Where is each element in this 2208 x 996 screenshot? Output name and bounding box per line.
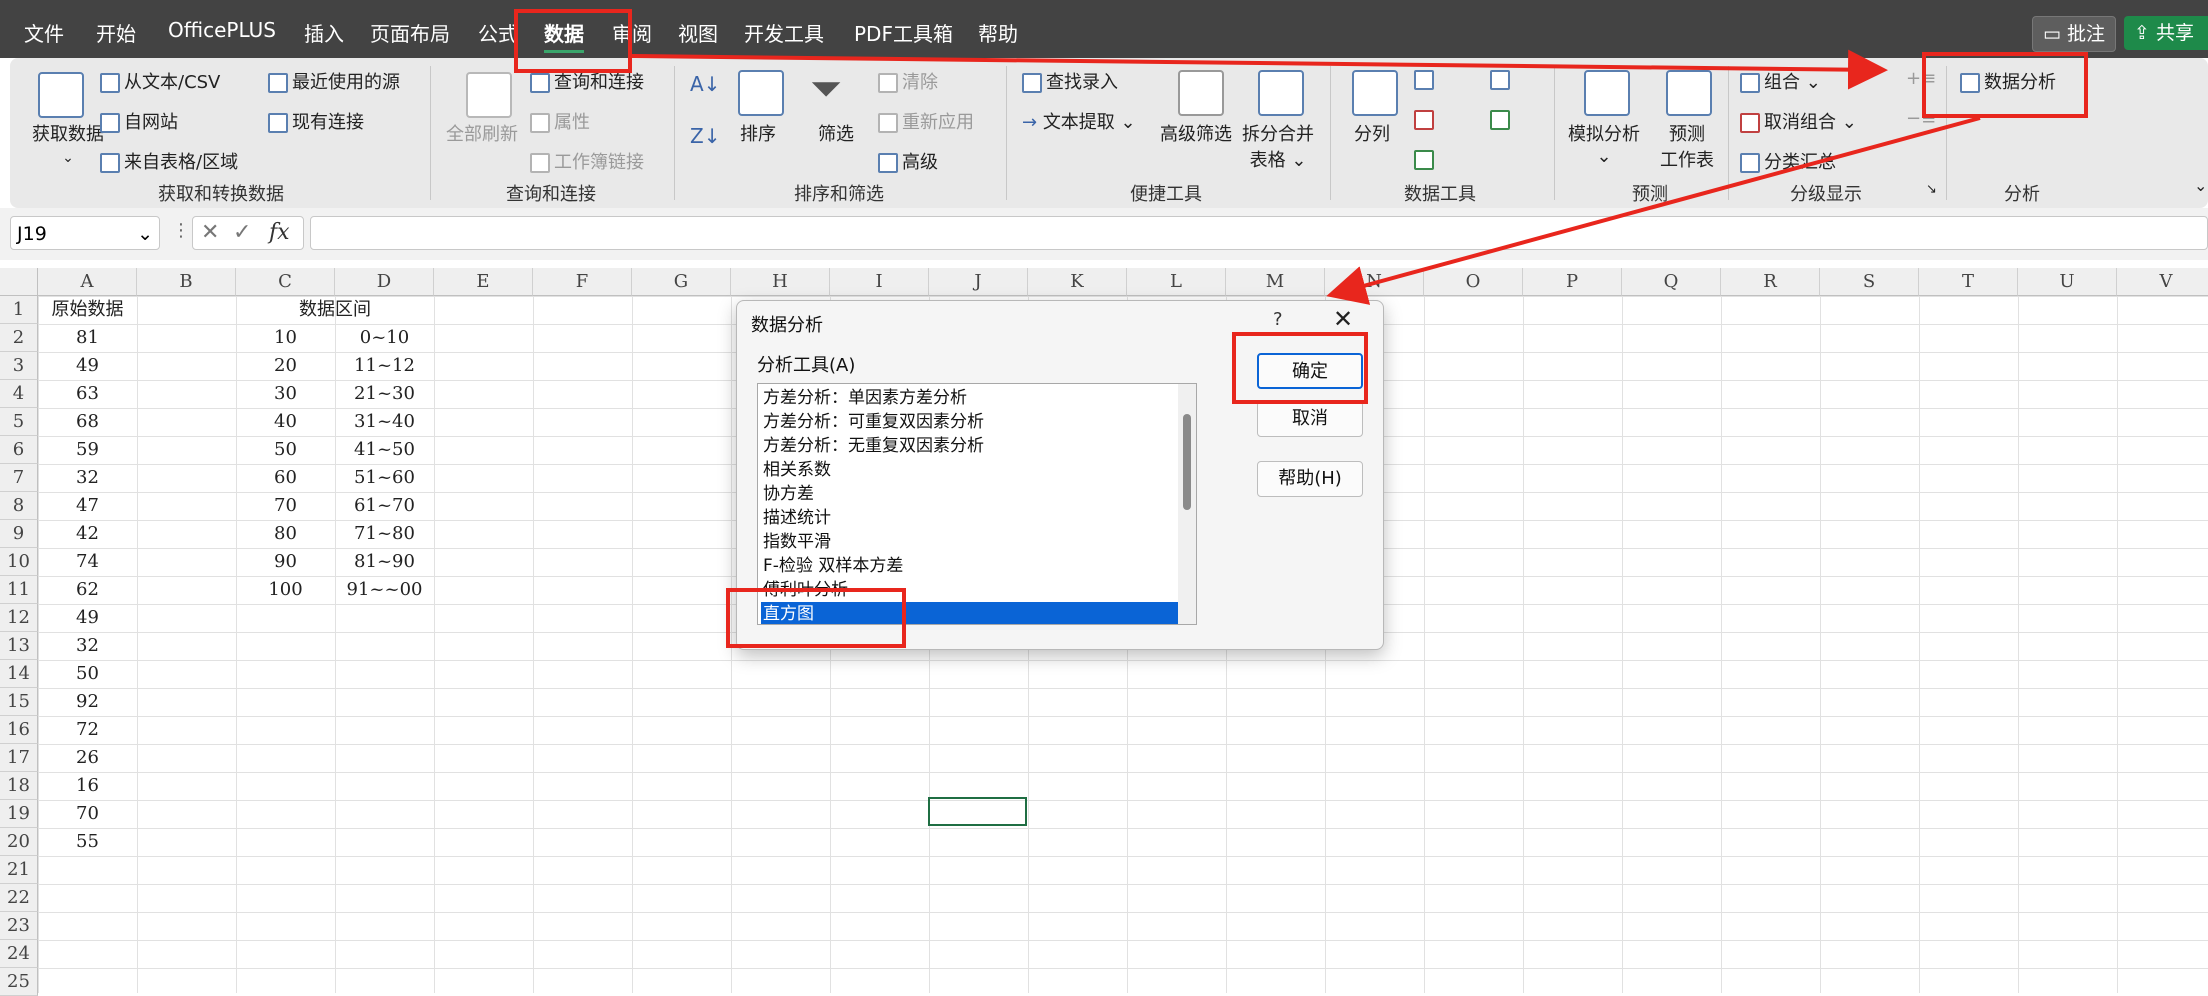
annotation-arrows bbox=[631, 49, 1981, 305]
annotation-arrow-2 bbox=[1326, 116, 1981, 305]
annotation-arrow-1 bbox=[631, 49, 1888, 90]
